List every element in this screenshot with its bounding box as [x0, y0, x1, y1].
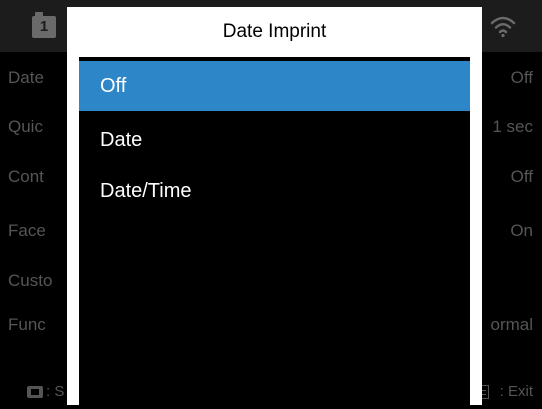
camera-tab-icon[interactable]: 1: [32, 12, 56, 38]
menu-row-value: Off: [510, 167, 533, 186]
date-imprint-dialog: Date Imprint Off Date Date/Time: [67, 7, 482, 405]
menu-row-label: Custo: [8, 271, 53, 290]
option-off[interactable]: Off: [79, 61, 470, 111]
select-hint: : S: [46, 383, 65, 400]
menu-row-value: Off: [510, 68, 533, 87]
camera-screen: 1 Date Off Quic 1 sec Cont Off Face On C…: [0, 0, 542, 409]
dpad-icon: [27, 386, 43, 398]
menu-row-value: On: [510, 221, 533, 240]
option-list: Off Date Date/Time: [79, 57, 470, 405]
menu-row-value: 1 sec: [492, 117, 533, 136]
option-date[interactable]: Date: [79, 115, 470, 165]
menu-row-label: Cont: [8, 167, 44, 186]
menu-row-label: Quic: [8, 117, 43, 136]
menu-row-label: Face: [8, 221, 46, 240]
tab-number: 1: [39, 18, 49, 35]
dialog-title: Date Imprint: [222, 21, 327, 42]
menu-row-label: Func: [8, 315, 46, 334]
option-date-time[interactable]: Date/Time: [79, 166, 470, 216]
menu-row-value: ormal: [490, 315, 533, 334]
menu-row-label: Date: [8, 68, 44, 87]
wifi-icon[interactable]: [490, 14, 516, 38]
exit-hint: : Exit: [499, 383, 533, 400]
